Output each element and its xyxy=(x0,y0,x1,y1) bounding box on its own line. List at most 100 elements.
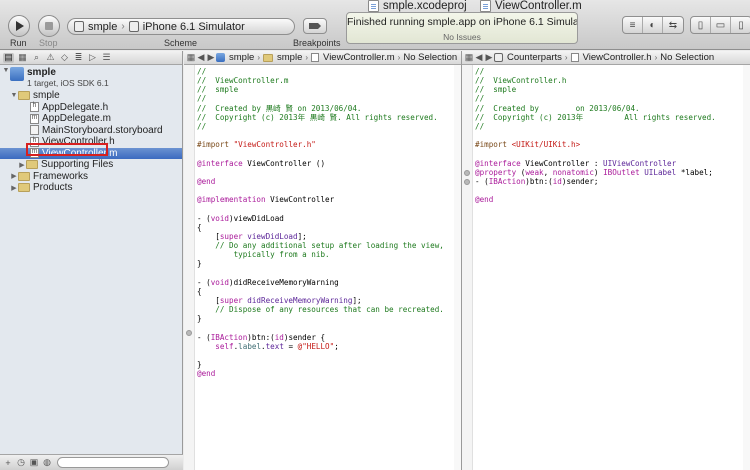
code-line[interactable]: } xyxy=(197,314,444,323)
code-line[interactable]: @interface ViewController : UIViewContro… xyxy=(475,159,716,168)
filter-icon[interactable]: ◍ xyxy=(42,457,52,468)
jump-item[interactable]: smple xyxy=(216,52,254,63)
jump-item[interactable]: Counterparts xyxy=(494,52,562,63)
code-line[interactable]: ​ xyxy=(197,131,444,140)
symbol-navigator-icon[interactable]: ▦ xyxy=(17,52,28,63)
code-line[interactable]: // Created by 黒崎 賢 on 2013/06/04. xyxy=(197,104,444,113)
project-navigator-icon[interactable]: ▤ xyxy=(3,52,14,63)
code-line[interactable]: // xyxy=(475,94,716,103)
subgroup-row[interactable]: ▶ Supporting Files xyxy=(0,159,182,171)
debug-navigator-icon[interactable]: ≣ xyxy=(73,52,84,63)
code-line[interactable]: // Dispose of any resources that can be … xyxy=(197,305,444,314)
action-connection-icon[interactable] xyxy=(464,179,470,185)
run-button[interactable] xyxy=(8,15,30,37)
clock-icon[interactable]: ◷ xyxy=(16,457,26,468)
disclosure-open-icon[interactable]: ▼ xyxy=(10,92,18,99)
code-line[interactable]: ​ xyxy=(197,149,444,158)
gutter[interactable] xyxy=(462,65,473,470)
code-line[interactable]: // xyxy=(197,67,444,76)
code-line[interactable]: // Copyright (c) 2013年 黒崎 賢. All rights … xyxy=(197,113,444,122)
code-line[interactable]: } xyxy=(197,360,444,369)
group-row[interactable]: ▼ smple xyxy=(0,90,182,102)
search-navigator-icon[interactable]: ⌕ xyxy=(31,52,42,63)
code-line[interactable]: // xyxy=(197,122,444,131)
code-line[interactable]: @end xyxy=(197,177,444,186)
back-icon[interactable]: ◀ xyxy=(474,52,484,63)
forward-icon[interactable]: ▶ xyxy=(484,52,494,63)
code-line[interactable]: // Copyright (c) 2013年 All rights reserv… xyxy=(475,113,716,122)
project-title[interactable]: smple.xcodeproj xyxy=(368,0,467,12)
code-line[interactable]: ​ xyxy=(197,323,444,332)
code-line[interactable]: // Created by on 2013/06/04. xyxy=(475,104,716,113)
debug-toggle-icon[interactable]: ▭ xyxy=(711,17,731,33)
scrollbar[interactable] xyxy=(743,65,750,470)
code-line[interactable]: - (void)viewDidLoad xyxy=(197,214,444,223)
forward-icon[interactable]: ▶ xyxy=(206,52,216,63)
code-line[interactable]: { xyxy=(197,223,444,232)
code-line[interactable]: [super viewDidLoad]; xyxy=(197,232,444,241)
outlet-connection-icon[interactable] xyxy=(186,330,192,336)
navigator-toggle-icon[interactable]: ▯ xyxy=(691,17,711,33)
filter-input[interactable] xyxy=(57,457,169,468)
code-line[interactable]: #import "ViewController.h" xyxy=(197,140,444,149)
add-icon[interactable]: + xyxy=(3,458,13,468)
code-line[interactable]: ​ xyxy=(197,168,444,177)
code-line[interactable]: - (void)didReceiveMemoryWarning xyxy=(197,278,444,287)
breakpoints-button[interactable] xyxy=(303,18,327,34)
code-line[interactable]: self.label.text = @"HELLO"; xyxy=(197,342,444,351)
code-area[interactable]: //// ViewController.h// smple//// Create… xyxy=(475,67,716,204)
jump-item[interactable]: ViewController.m xyxy=(311,52,395,63)
file-row[interactable]: ViewController.h xyxy=(0,136,182,148)
code-line[interactable]: ​ xyxy=(475,131,716,140)
subgroup-row[interactable]: ▶ Frameworks xyxy=(0,171,182,183)
back-icon[interactable]: ◀ xyxy=(196,52,206,63)
code-line[interactable]: { xyxy=(197,287,444,296)
code-line[interactable]: ​ xyxy=(197,204,444,213)
file-row[interactable]: AppDelegate.h xyxy=(0,102,182,114)
test-navigator-icon[interactable]: ◇ xyxy=(59,52,70,63)
code-line[interactable]: @property (weak, nonatomic) IBOutlet UIL… xyxy=(475,168,716,177)
version-editor-icon[interactable]: ⇆ xyxy=(663,17,683,33)
code-line[interactable]: } xyxy=(197,259,444,268)
assistant-editor-icon[interactable]: ◐ xyxy=(643,17,663,33)
code-line[interactable]: ​ xyxy=(197,268,444,277)
code-line[interactable]: ​ xyxy=(197,351,444,360)
code-line[interactable]: // smple xyxy=(197,85,444,94)
project-row[interactable]: ▼ smple 1 target, iOS SDK 6.1 xyxy=(0,65,182,88)
code-line[interactable]: @end xyxy=(197,369,444,378)
issue-navigator-icon[interactable]: ⚠ xyxy=(45,52,56,63)
related-items-icon[interactable]: ▦ xyxy=(464,52,474,63)
code-line[interactable]: typically from a nib. xyxy=(197,250,444,259)
standard-editor-icon[interactable]: ≡ xyxy=(623,17,643,33)
jump-item[interactable]: smple xyxy=(263,52,302,63)
jump-item[interactable]: ViewController.h xyxy=(570,52,652,63)
disclosure-closed-icon[interactable]: ▶ xyxy=(10,184,18,192)
disclosure-closed-icon[interactable]: ▶ xyxy=(10,172,18,180)
log-navigator-icon[interactable]: ☰ xyxy=(101,52,112,63)
jump-item[interactable]: No Selection xyxy=(403,52,457,63)
code-line[interactable]: @end xyxy=(475,195,716,204)
code-line[interactable]: @implementation ViewController xyxy=(197,195,444,204)
code-line[interactable]: - (IBAction)btn:(id)sender { xyxy=(197,333,444,342)
view-toggle-segment[interactable]: ▯ ▭ ▯ xyxy=(690,16,750,34)
code-line[interactable]: ​ xyxy=(475,186,716,195)
code-line[interactable]: ​ xyxy=(197,186,444,195)
disclosure-open-icon[interactable]: ▼ xyxy=(2,67,10,74)
code-line[interactable]: // xyxy=(475,67,716,76)
file-row-selected[interactable]: ViewController.m xyxy=(0,147,182,159)
code-line[interactable]: [super didReceiveMemoryWarning]; xyxy=(197,296,444,305)
code-line[interactable]: ​ xyxy=(475,149,716,158)
related-items-icon[interactable]: ▦ xyxy=(186,52,196,63)
file-title[interactable]: ViewController.m xyxy=(480,0,582,12)
code-line[interactable]: // smple xyxy=(475,85,716,94)
code-line[interactable]: - (IBAction)btn:(id)sender; xyxy=(475,177,716,186)
scrollbar[interactable] xyxy=(454,65,461,470)
editor-mode-segment[interactable]: ≡ ◐ ⇆ xyxy=(622,16,684,34)
code-line[interactable]: // ViewController.m xyxy=(197,76,444,85)
breakpoint-navigator-icon[interactable]: ▷ xyxy=(87,52,98,63)
scheme-selector[interactable]: smple › iPhone 6.1 Simulator xyxy=(67,18,295,35)
disclosure-closed-icon[interactable]: ▶ xyxy=(18,161,26,169)
file-row[interactable]: AppDelegate.m xyxy=(0,113,182,125)
code-line[interactable]: // xyxy=(475,122,716,131)
code-line[interactable]: // xyxy=(197,94,444,103)
